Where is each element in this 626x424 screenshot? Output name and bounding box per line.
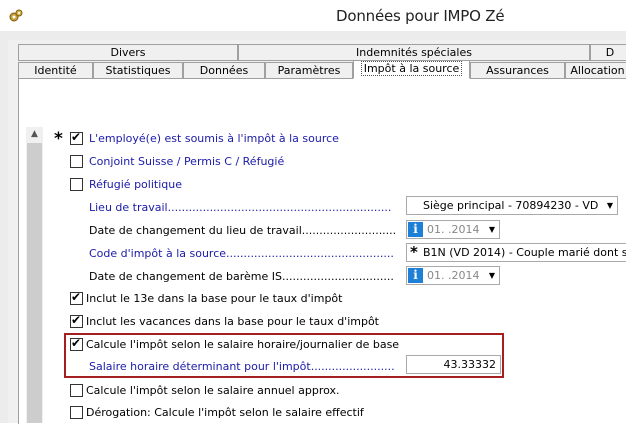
frame-top xyxy=(0,31,626,40)
tab-impot-a-la-source[interactable]: Impôt à la source xyxy=(353,60,470,79)
tab-d[interactable]: D xyxy=(590,44,626,61)
soumis-checkbox[interactable] xyxy=(70,130,83,145)
lieu-travail-label: Lieu de travail.........................… xyxy=(89,201,392,214)
tab-identite[interactable]: Identité xyxy=(18,62,93,79)
tab-indemnites-speciales[interactable]: Indemnités spéciales xyxy=(238,44,590,61)
tab-donnees[interactable]: Données xyxy=(183,62,265,79)
required-star: * xyxy=(54,129,63,149)
chevron-down-icon[interactable]: ▼ xyxy=(489,267,495,284)
code-impot-value: B1N (VD 2014) - Couple marié dont seul xyxy=(423,246,626,259)
tab-parametres[interactable]: Paramètres xyxy=(265,62,353,79)
date-bareme-value: 01. .2014 xyxy=(427,269,480,282)
derogation-checkbox[interactable] xyxy=(70,406,83,419)
window-title: Données pour IMPO Zé xyxy=(336,7,505,25)
app-gears-icon[interactable] xyxy=(8,8,24,24)
tab-allocation[interactable]: Allocation xyxy=(565,62,626,79)
scroll-up-icon[interactable]: ▲ xyxy=(26,127,43,141)
salaire-horaire-input[interactable]: 43.33332 xyxy=(406,355,501,374)
lieu-travail-value: Siège principal - 70894230 - VD xyxy=(423,199,599,212)
tab-divers[interactable]: Divers xyxy=(18,44,238,61)
conjoint-checkbox[interactable] xyxy=(70,155,83,168)
conjoint-label: Conjoint Suisse / Permis C / Réfugié xyxy=(89,155,285,168)
calc-annuel-checkbox[interactable] xyxy=(70,384,83,397)
soumis-label: L'employé(e) est soumis à l'impôt à la s… xyxy=(89,132,339,145)
incl13-checkbox[interactable] xyxy=(70,290,83,305)
required-star: * xyxy=(410,243,418,261)
calc-annuel-label: Calcule l'impôt selon le salaire annuel … xyxy=(86,384,340,397)
frame-left xyxy=(0,31,8,423)
vertical-scrollbar[interactable]: ▲ xyxy=(26,127,43,423)
tab-assurances[interactable]: Assurances xyxy=(470,62,565,79)
refugie-checkbox[interactable] xyxy=(70,178,83,191)
code-impot-label: Code d'impôt à la source................… xyxy=(89,247,395,260)
lieu-travail-select[interactable]: Siège principal - 70894230 - VD ▼ xyxy=(406,196,618,215)
title-bar: Données pour IMPO Zé xyxy=(0,0,626,31)
date-bareme-label: Date de changement de barème IS.........… xyxy=(89,270,395,283)
derogation-label: Dérogation: Calcule l'impôt selon le sal… xyxy=(86,406,364,419)
code-impot-select[interactable]: * B1N (VD 2014) - Couple marié dont seul xyxy=(406,243,626,262)
calc-horaire-label: Calcule l'impôt selon le salaire horaire… xyxy=(86,338,400,351)
chevron-down-icon[interactable]: ▼ xyxy=(607,197,613,214)
chevron-down-icon[interactable]: ▼ xyxy=(489,221,495,238)
inclvac-label: Inclut les vacances dans la base pour le… xyxy=(86,315,379,328)
date-lieu-picker[interactable]: i 01. .2014 ▼ xyxy=(406,220,500,239)
date-lieu-value: 01. .2014 xyxy=(427,223,480,236)
date-bareme-picker[interactable]: i 01. .2014 ▼ xyxy=(406,266,500,285)
incl13-label: Inclut le 13e dans la base pour le taux … xyxy=(86,292,343,305)
date-lieu-label: Date de changement du lieu de travail...… xyxy=(89,224,395,237)
info-icon[interactable]: i xyxy=(408,268,423,283)
inclvac-checkbox[interactable] xyxy=(70,313,83,328)
info-icon[interactable]: i xyxy=(408,222,423,237)
refugie-label: Réfugié politique xyxy=(89,178,182,191)
tab-statistiques[interactable]: Statistiques xyxy=(93,62,183,79)
salaire-horaire-label: Salaire horaire déterminant pour l'impôt… xyxy=(89,360,395,373)
scroll-thumb[interactable] xyxy=(27,143,42,423)
calc-horaire-checkbox[interactable] xyxy=(70,336,83,351)
